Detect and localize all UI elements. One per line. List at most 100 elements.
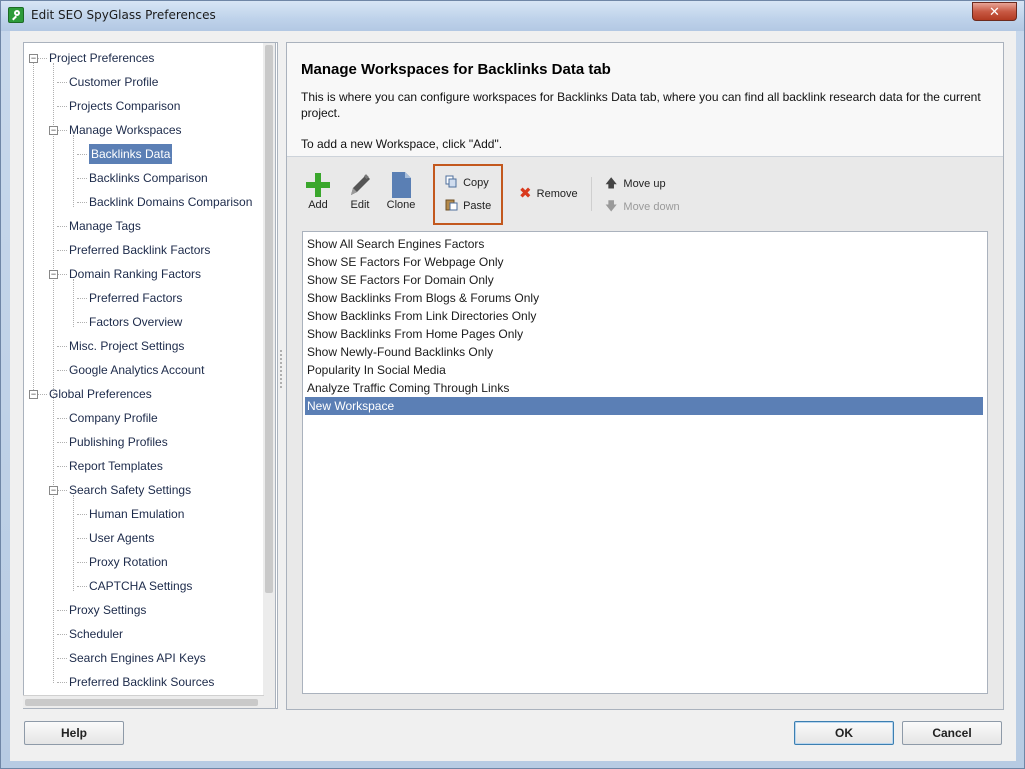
cancel-button-label: Cancel xyxy=(932,726,972,740)
tree-connector-line xyxy=(57,250,67,251)
clone-button-label: Clone xyxy=(386,199,416,211)
move-up-label: Move up xyxy=(623,178,666,190)
workspace-list-item[interactable]: Show SE Factors For Webpage Only xyxy=(305,253,983,271)
tree-connector-line xyxy=(73,135,74,207)
tree-item[interactable]: Preferred Backlink Sources xyxy=(69,672,214,692)
paste-button[interactable]: Paste xyxy=(445,197,491,215)
tree-connector-line xyxy=(77,322,87,323)
workspace-list-item[interactable]: Show SE Factors For Domain Only xyxy=(305,271,983,289)
panel-header: Manage Workspaces for Backlinks Data tab… xyxy=(287,43,1003,157)
tree-item[interactable]: Scheduler xyxy=(69,624,123,644)
tree-connector-line xyxy=(77,538,87,539)
tree-item[interactable]: Global Preferences xyxy=(49,384,152,404)
add-button[interactable]: Add xyxy=(305,171,331,211)
tree-connector-line xyxy=(73,495,74,591)
remove-button-label: Remove xyxy=(536,188,578,200)
tree-item[interactable]: Report Templates xyxy=(69,456,163,476)
cancel-button[interactable]: Cancel xyxy=(902,721,1002,745)
workspace-list-item[interactable]: Popularity In Social Media xyxy=(305,361,983,379)
tree-item[interactable]: Proxy Settings xyxy=(69,600,146,620)
tree-item[interactable]: Backlinks Data xyxy=(89,144,173,164)
collapse-toggle-icon[interactable]: − xyxy=(49,486,58,495)
tree-item[interactable]: Project Preferences xyxy=(49,48,154,68)
tree-connector-line xyxy=(57,610,67,611)
tree-connector-line xyxy=(57,82,67,83)
collapse-toggle-icon[interactable]: − xyxy=(29,390,38,399)
paste-icon xyxy=(445,199,458,211)
tree-item-label: Misc. Project Settings xyxy=(69,339,185,353)
panel-splitter-handle[interactable] xyxy=(279,349,283,389)
arrow-down-icon: 🡇 xyxy=(605,199,618,213)
tree-item[interactable]: Search Safety Settings xyxy=(69,480,191,500)
tree-item[interactable]: Search Engines API Keys xyxy=(69,648,206,668)
tree-item-label: Manage Workspaces xyxy=(69,123,182,137)
edit-button-label: Edit xyxy=(350,199,370,211)
close-window-button[interactable]: ✕ xyxy=(972,2,1017,21)
tree-item-label: Publishing Profiles xyxy=(69,435,168,449)
tree-connector-line xyxy=(77,562,87,563)
tree-item-label: Projects Comparison xyxy=(69,99,181,113)
move-down-button[interactable]: 🡇 Move down xyxy=(605,197,680,215)
page-description: This is where you can configure workspac… xyxy=(301,90,981,120)
tree-item[interactable]: Google Analytics Account xyxy=(69,360,204,380)
tree-item-label: Preferred Backlink Factors xyxy=(69,243,211,257)
workspace-list-item[interactable]: Show Newly-Found Backlinks Only xyxy=(305,343,983,361)
tree-item[interactable]: Manage Tags xyxy=(69,216,141,236)
edit-button[interactable]: Edit xyxy=(347,171,373,211)
tree-connector-line xyxy=(37,394,47,395)
title-bar[interactable]: Edit SEO SpyGlass Preferences ✕ xyxy=(1,1,1024,31)
clone-button[interactable]: Clone xyxy=(386,171,416,211)
tree-connector-line xyxy=(77,586,87,587)
tree-item[interactable]: Domain Ranking Factors xyxy=(69,264,201,284)
workspace-list[interactable]: Show All Search Engines Factors Show SE F… xyxy=(302,231,988,694)
collapse-toggle-icon[interactable]: − xyxy=(49,126,58,135)
toolbar-separator xyxy=(591,177,592,211)
tree-item-label: User Agents xyxy=(89,531,155,545)
tree-vertical-scrollbar[interactable] xyxy=(263,42,276,709)
tree-item[interactable]: Factors Overview xyxy=(89,312,182,332)
workspace-list-item[interactable]: Show Backlinks From Home Pages Only xyxy=(305,325,983,343)
tree-connector-line xyxy=(57,274,67,275)
remove-button[interactable]: ✖ Remove xyxy=(519,185,578,203)
tree-item[interactable]: Company Profile xyxy=(69,408,158,428)
tree-connector-line xyxy=(33,58,34,394)
tree-item[interactable]: Backlink Domains Comparison xyxy=(89,192,252,212)
workspace-list-item[interactable]: Show All Search Engines Factors xyxy=(305,235,983,253)
tree-item[interactable]: Manage Workspaces xyxy=(69,120,182,140)
help-button[interactable]: Help xyxy=(24,721,124,745)
tree-item[interactable]: Publishing Profiles xyxy=(69,432,168,452)
tree-item[interactable]: Backlinks Comparison xyxy=(89,168,208,188)
tree-horizontal-scrollbar[interactable] xyxy=(23,695,264,708)
workspace-list-item[interactable]: Show Backlinks From Blogs & Forums Only xyxy=(305,289,983,307)
preferences-window: Edit SEO SpyGlass Preferences ✕ Project … xyxy=(0,0,1025,769)
tree-item[interactable]: Preferred Factors xyxy=(89,288,182,308)
paste-button-label: Paste xyxy=(463,200,492,212)
tree-item[interactable]: CAPTCHA Settings xyxy=(89,576,192,596)
tree-connector-line xyxy=(57,418,67,419)
tree-connector-line xyxy=(57,346,67,347)
tree-item[interactable]: User Agents xyxy=(89,528,154,548)
ok-button[interactable]: OK xyxy=(794,721,894,745)
move-up-button[interactable]: 🡅 Move up xyxy=(605,174,666,192)
plus-icon xyxy=(306,173,330,197)
tree-item[interactable]: Preferred Backlink Factors xyxy=(69,240,210,260)
tree-item[interactable]: Projects Comparison xyxy=(69,96,180,116)
scrollbar-thumb[interactable] xyxy=(265,45,273,593)
workspace-list-item[interactable]: Analyze Traffic Coming Through Links xyxy=(305,379,983,397)
tree-item[interactable]: Customer Profile xyxy=(69,72,158,92)
tree-item[interactable]: Proxy Rotation xyxy=(89,552,168,572)
app-logo-icon xyxy=(8,7,24,23)
workspace-list-item[interactable]: Show Backlinks From Link Directories Onl… xyxy=(305,307,983,325)
workspace-list-item[interactable]: New Workspace xyxy=(305,397,983,415)
dialog-client-area: Project Preferences − Customer Profile Proj… xyxy=(10,31,1016,761)
collapse-toggle-icon[interactable]: − xyxy=(49,270,58,279)
copy-button[interactable]: Copy xyxy=(445,174,489,192)
collapse-toggle-icon[interactable]: − xyxy=(29,54,38,63)
tree-connector-line xyxy=(53,63,54,683)
tree-item-label: Project Preferences xyxy=(49,51,155,65)
scrollbar-thumb[interactable] xyxy=(25,699,258,706)
tree-item[interactable]: Human Emulation xyxy=(89,504,184,524)
tree-item-label: Human Emulation xyxy=(89,507,185,521)
tree-item[interactable]: Misc. Project Settings xyxy=(69,336,184,356)
ok-button-label: OK xyxy=(835,726,853,740)
